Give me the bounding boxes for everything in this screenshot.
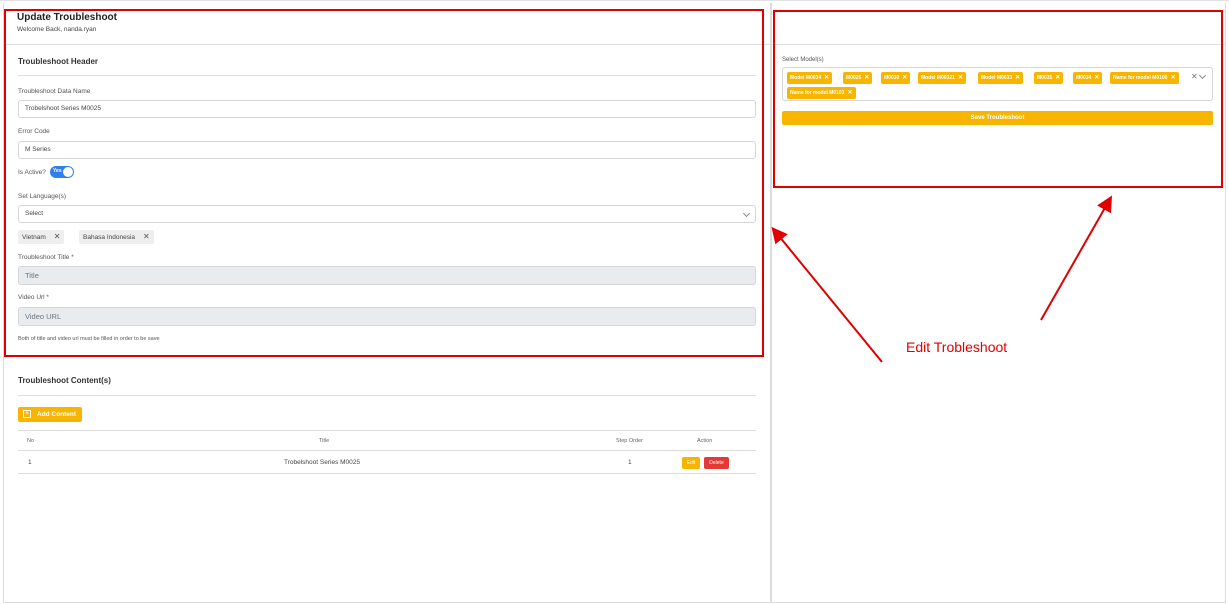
arrow-to-right-box	[1040, 195, 1112, 321]
arrow-to-left-box	[771, 226, 883, 363]
annotation-arrows	[771, 195, 1112, 363]
annotation-text: Edit Trobleshoot	[906, 339, 1008, 355]
page: Update Troubleshoot Welcome Back, nanda.…	[0, 0, 1229, 604]
